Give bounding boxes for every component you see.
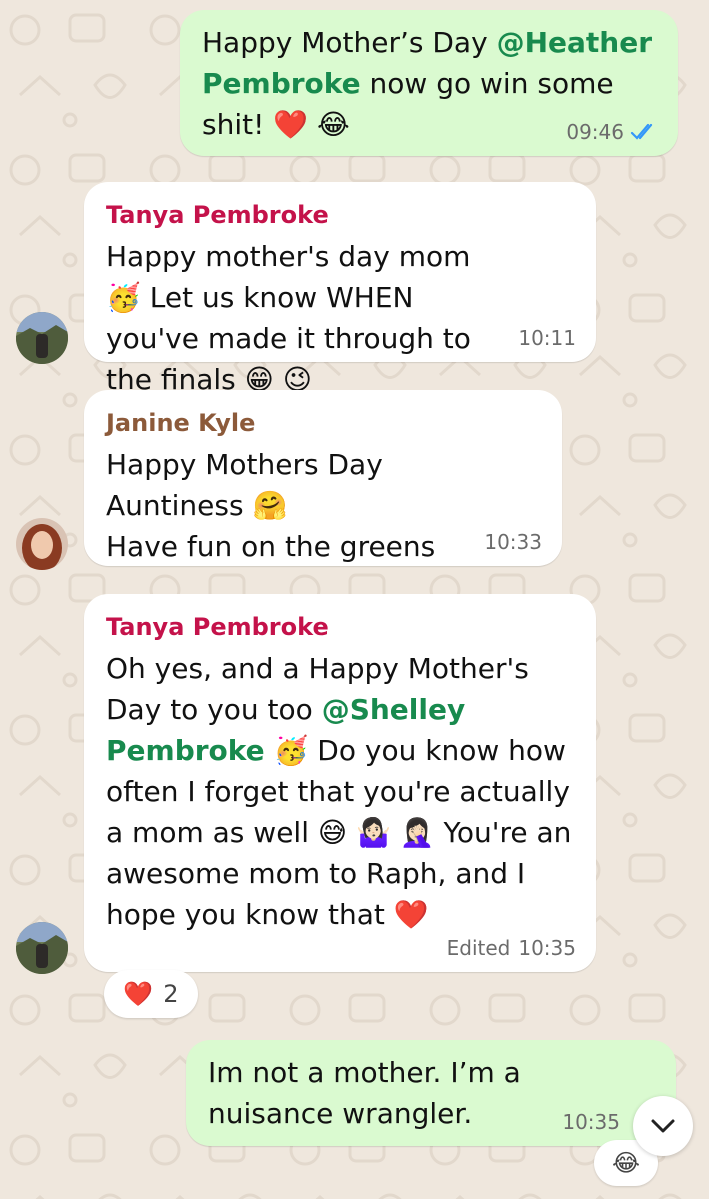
reaction-count: 2 [163, 980, 179, 1008]
message-text-container: Oh yes, and a Happy Mother's Day to you … [106, 648, 574, 935]
outgoing-message-bubble[interactable]: Happy Mother’s Day @Heather Pembroke now… [180, 10, 678, 156]
message-text-line2: Have fun on the greens [106, 530, 436, 563]
message-time: 10:35 [562, 1110, 620, 1134]
message-meta: Edited 10:35 [447, 936, 576, 960]
avatar-photo-icon [16, 518, 68, 570]
message-time: 10:35 [518, 936, 576, 960]
message-meta: 10:35 [562, 1110, 620, 1134]
avatar-tanya[interactable] [16, 922, 68, 974]
message-time: 10:11 [518, 326, 576, 350]
message-meta: 09:46 [566, 120, 658, 144]
message-text: Happy Mothers Day Auntiness 🤗 [106, 448, 383, 522]
chevron-down-icon [651, 1119, 675, 1133]
message-meta: 10:11 [518, 326, 576, 350]
incoming-message-bubble[interactable]: Janine Kyle Happy Mothers Day Auntiness … [84, 390, 562, 566]
reaction-badge[interactable]: ❤️ 2 [104, 970, 198, 1018]
message-text: Happy mother's day mom 🥳 Let us know WHE… [106, 240, 471, 396]
heart-reaction-icon: ❤️ [123, 980, 154, 1008]
double-check-read-icon [630, 123, 653, 140]
message-time: 09:46 [566, 120, 624, 144]
message-meta: 10:33 [484, 530, 542, 554]
message-text: Oh yes, and a Happy Mother's Day to you … [106, 652, 529, 726]
avatar-photo-icon [16, 312, 68, 364]
scroll-to-bottom-button[interactable] [633, 1096, 693, 1156]
avatar-photo-icon [16, 922, 68, 974]
sender-name[interactable]: Janine Kyle [106, 408, 540, 438]
incoming-message-bubble[interactable]: Tanya Pembroke Oh yes, and a Happy Mothe… [84, 594, 596, 972]
laughing-reaction-icon: 😂 [611, 1149, 641, 1177]
avatar-tanya[interactable] [16, 312, 68, 364]
sender-name[interactable]: Tanya Pembroke [106, 612, 574, 642]
message-time: 10:33 [484, 530, 542, 554]
avatar-janine[interactable] [16, 518, 68, 570]
incoming-message-bubble[interactable]: Tanya Pembroke Happy mother's day mom 🥳 … [84, 182, 596, 396]
edited-label: Edited [446, 936, 511, 960]
outgoing-message-bubble[interactable]: Im not a mother. I’m a nuisance wrangler… [186, 1040, 676, 1146]
message-text: Happy Mother’s Day [202, 26, 497, 59]
sender-name[interactable]: Tanya Pembroke [106, 200, 574, 230]
